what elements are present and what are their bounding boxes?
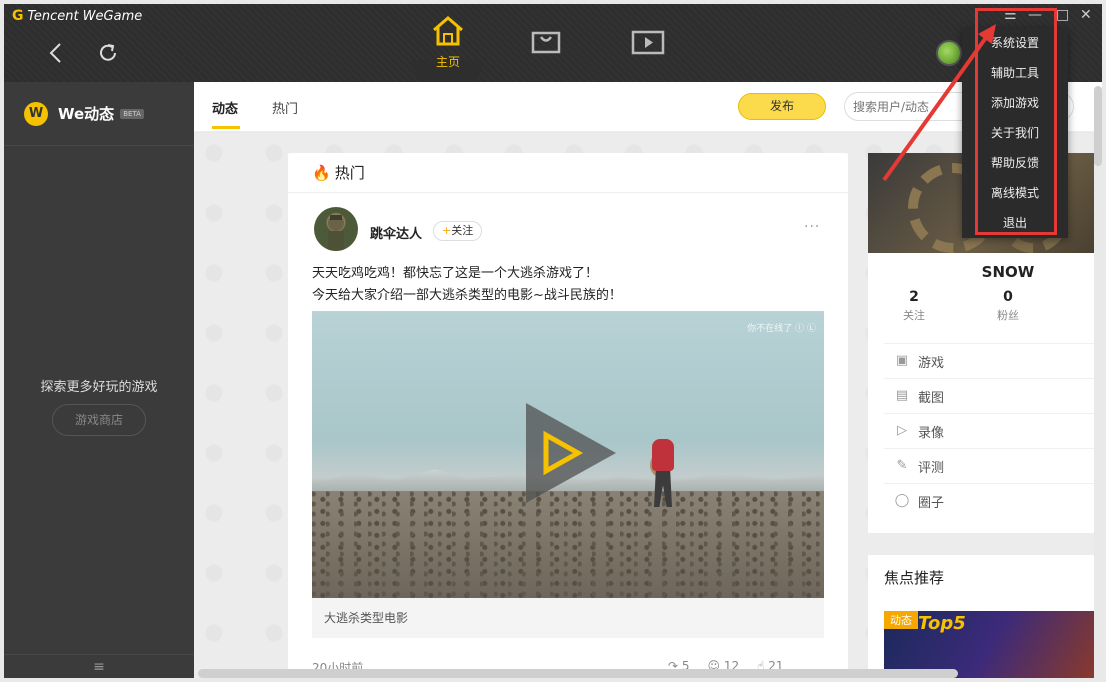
tab-hot[interactable]: 热门 [272,98,298,117]
play-icon: ▷ [897,423,907,438]
logo-mark: G [12,8,24,24]
profile-menu-label: 录像 [918,425,945,441]
vertical-scrollbar[interactable] [1094,86,1102,166]
post-username[interactable]: 跳伞达人 [370,223,422,242]
app-logo: G Tencent WeGame [12,8,142,24]
feed-header-title: 热门 [334,164,365,182]
profile-menu: ▣ 游戏 ▤ 截图 ▷ 录像 ✎ 评测 ◯ 圈子 [884,343,1094,518]
logo-text: Tencent WeGame [27,8,143,24]
follow-button[interactable]: +关注 [433,221,483,241]
profile-name: SNOW [981,263,1035,281]
home-icon [433,16,463,46]
tab-home-label: 主页 [435,55,460,69]
user-avatar[interactable] [936,40,962,66]
tab-dynamic[interactable]: 动态 [212,98,238,117]
active-tab-underline [212,126,240,129]
post-text-line-1: 天天吃鸡吃鸡！都快忘了这是一个大逃杀游戏了！ [312,266,599,281]
focus-image[interactable]: Top5 动态 [884,611,1094,678]
following-count: 2 [909,289,919,305]
video-hiker [642,431,682,511]
focus-card: 焦点推荐 Top5 动态 [868,555,1094,678]
video-caption: 大逃杀类型电影 [312,598,824,638]
bag-icon [531,31,561,54]
sidebar-menu-icon[interactable]: ≡ [4,654,194,678]
tab-home[interactable]: 主页 [420,14,476,72]
fans-count: 0 [1003,289,1013,305]
plus-icon: + [442,224,452,237]
horizontal-scrollbar[interactable] [198,669,958,678]
profile-menu-recordings[interactable]: ▷ 录像 [884,413,1094,448]
maximize-icon[interactable]: □ [1056,6,1069,24]
focus-image-text: Top5 [918,613,966,634]
left-sidebar: W We动态 BETA 探索更多好玩的游戏 游戏商店 ≡ [4,82,194,678]
profile-menu-circles[interactable]: ◯ 圈子 [884,483,1094,518]
tab-store[interactable] [530,28,562,56]
close-icon[interactable]: ✕ [1080,6,1092,24]
publish-button[interactable]: 发布 [738,93,826,120]
more-options-icon[interactable]: ··· [804,219,820,235]
feed-header: 🔥 热门 [288,153,848,193]
profile-menu-reviews[interactable]: ✎ 评测 [884,448,1094,483]
profile-menu-label: 游戏 [918,355,945,371]
fans-stat[interactable]: 0 粉丝 [978,289,1038,323]
post-text-line-2: 今天给大家介绍一部大逃杀类型的电影~战斗民族的！ [312,288,622,303]
feed-card: 🔥 热门 跳伞达人 +关注 ··· 天天吃鸡吃鸡！都快忘了这是一个大逃杀游戏了！… [288,153,848,678]
profile-menu-games[interactable]: ▣ 游戏 [884,343,1094,378]
sidebar-header: W We动态 BETA [4,82,194,146]
profile-menu-label: 评测 [918,460,945,476]
circle-icon: ◯ [894,493,910,508]
refresh-button[interactable] [96,38,120,68]
following-stat[interactable]: 2 关注 [884,289,944,323]
game-store-button[interactable]: 游戏商店 [52,404,146,436]
content-area: 🔥 热门 跳伞达人 +关注 ··· 天天吃鸡吃鸡！都快忘了这是一个大逃杀游戏了！… [194,133,1094,678]
post-video[interactable]: 你不在线了 ⓛ Ⓛ [312,311,824,598]
profile-menu-label: 截图 [918,390,945,406]
follow-label: 关注 [451,224,474,237]
video-watermark: 你不在线了 ⓛ Ⓛ [747,324,816,334]
explore-text: 探索更多好玩的游戏 [40,380,158,395]
refresh-icon [100,44,116,61]
we-logo-icon: W [24,101,48,126]
video-icon [631,30,665,55]
beta-badge: BETA [120,108,144,119]
fans-label: 粉丝 [997,309,1019,322]
tab-video[interactable] [630,28,666,56]
post-text: 天天吃鸡吃鸡！都快忘了这是一个大逃杀游戏了！ 今天给大家介绍一部大逃杀类型的电影… [312,263,622,307]
video-ground [312,491,824,598]
chart-icon: ▤ [895,388,909,403]
profile-menu-label: 圈子 [918,495,945,511]
sidebar-title: We动态 [58,105,115,123]
soldier-avatar-icon [328,215,344,251]
chevron-left-icon [49,43,61,63]
focus-title: 焦点推荐 [884,569,945,587]
edit-icon: ✎ [896,458,908,473]
top-bar: G Tencent WeGame 主页 ☰ — □ ✕ [0,0,1106,90]
post-author-avatar[interactable] [314,207,358,251]
play-icon[interactable] [526,403,616,503]
profile-menu-screenshots[interactable]: ▤ 截图 [884,378,1094,413]
annotation-highlight-box [975,8,1057,235]
fire-icon: 🔥 [312,163,331,182]
focus-badge: 动态 [884,611,918,629]
image-icon: ▣ [895,353,909,368]
following-label: 关注 [903,309,925,322]
back-button[interactable] [44,38,68,68]
